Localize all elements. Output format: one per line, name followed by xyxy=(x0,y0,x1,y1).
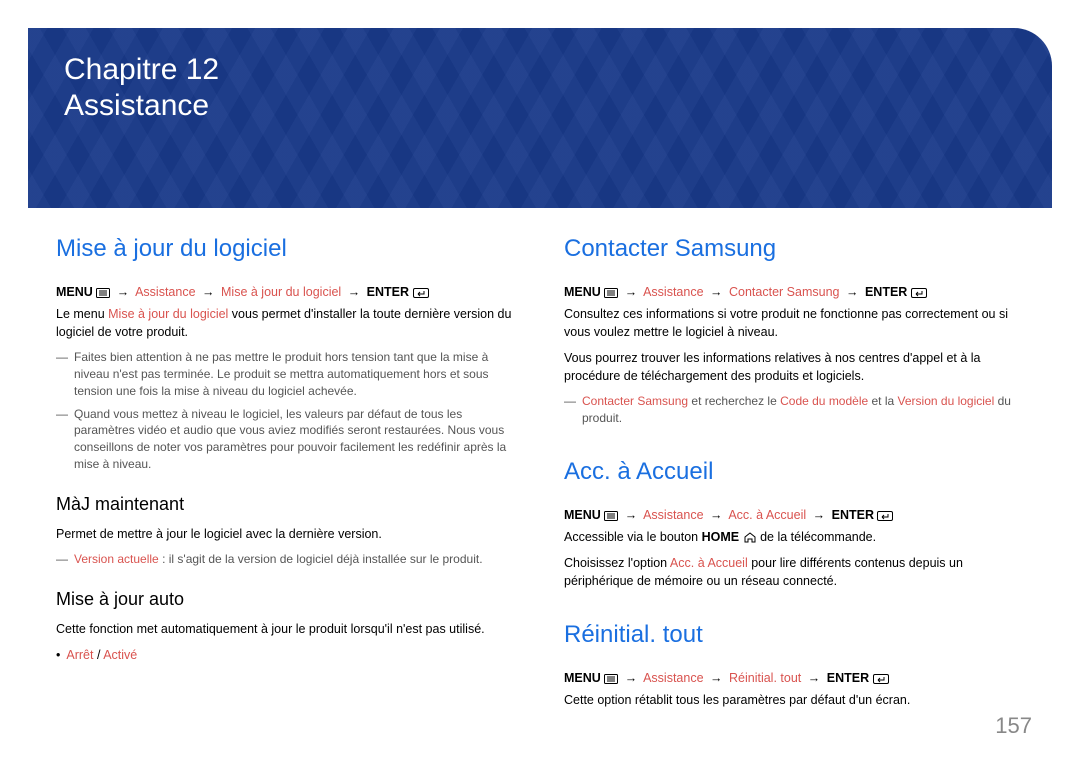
nav-assistance: Assistance xyxy=(643,285,703,299)
left-column: Mise à jour du logiciel MENU → Assistanc… xyxy=(56,232,516,717)
note-text: ― Version actuelle : il s'agit de la ver… xyxy=(56,551,516,568)
arrow-icon: → xyxy=(117,285,130,299)
home-p1: Accessible via le bouton HOME de la télé… xyxy=(564,528,1024,546)
enter-icon xyxy=(413,288,429,298)
menu-icon xyxy=(604,511,618,521)
home-icon xyxy=(743,532,757,543)
arrow-icon: → xyxy=(625,671,638,685)
chapter-number: Chapitre 12 xyxy=(64,53,219,86)
enter-label: ENTER xyxy=(367,285,409,299)
nav-assistance: Assistance xyxy=(643,671,703,685)
enter-icon xyxy=(911,288,927,298)
menu-icon xyxy=(604,288,618,298)
menu-icon xyxy=(604,674,618,684)
menu-label: MENU xyxy=(56,285,93,299)
nav-home: Acc. à Accueil xyxy=(728,508,806,522)
arrow-icon: → xyxy=(625,508,638,522)
menu-icon xyxy=(96,288,110,298)
nav-path-reset: MENU → Assistance → Réinitial. tout → EN… xyxy=(564,669,1024,687)
page-number: 157 xyxy=(995,713,1032,739)
section-software-update-title: Mise à jour du logiciel xyxy=(56,232,516,267)
option-list: • Arrêt / Activé xyxy=(56,646,516,664)
menu-label: MENU xyxy=(564,508,601,522)
arrow-icon: → xyxy=(846,285,859,299)
arrow-icon: → xyxy=(710,508,723,522)
arrow-icon: → xyxy=(808,671,821,685)
right-column: Contacter Samsung MENU → Assistance → Co… xyxy=(564,232,1024,717)
arrow-icon: → xyxy=(710,671,723,685)
arrow-icon: → xyxy=(813,508,826,522)
note-dash-icon: ― xyxy=(56,406,68,473)
chapter-banner: Chapitre 12 Assistance xyxy=(28,28,1052,208)
menu-label: MENU xyxy=(564,285,601,299)
enter-label: ENTER xyxy=(832,508,874,522)
note-text: ― Contacter Samsung et recherchez le Cod… xyxy=(564,393,1024,427)
bullet-icon: • xyxy=(56,646,60,664)
arrow-icon: → xyxy=(348,285,361,299)
nav-software-update: Mise à jour du logiciel xyxy=(221,285,341,299)
nav-path-software-update: MENU → Assistance → Mise à jour du logic… xyxy=(56,283,516,301)
nav-assistance: Assistance xyxy=(135,285,195,299)
page: Chapitre 12 Assistance Mise à jour du lo… xyxy=(0,0,1080,763)
update-now-desc: Permet de mettre à jour le logiciel avec… xyxy=(56,525,516,543)
section-home-title: Acc. à Accueil xyxy=(564,455,1024,490)
note-text: ― Quand vous mettez à niveau le logiciel… xyxy=(56,406,516,473)
auto-update-desc: Cette fonction met automatiquement à jou… xyxy=(56,620,516,638)
arrow-icon: → xyxy=(202,285,215,299)
subsection-auto-update-title: Mise à jour auto xyxy=(56,586,516,612)
nav-path-home: MENU → Assistance → Acc. à Accueil → ENT… xyxy=(564,506,1024,524)
nav-reset: Réinitial. tout xyxy=(729,671,801,685)
contact-p1: Consultez ces informations si votre prod… xyxy=(564,305,1024,341)
enter-label: ENTER xyxy=(865,285,907,299)
nav-path-contact: MENU → Assistance → Contacter Samsung → … xyxy=(564,283,1024,301)
subsection-update-now-title: MàJ maintenant xyxy=(56,491,516,517)
chapter-heading: Chapitre 12 Assistance xyxy=(64,52,1016,124)
arrow-icon: → xyxy=(625,285,638,299)
note-dash-icon: ― xyxy=(56,349,68,399)
nav-contact: Contacter Samsung xyxy=(729,285,839,299)
enter-label: ENTER xyxy=(827,671,869,685)
note-dash-icon: ― xyxy=(564,393,576,427)
content-columns: Mise à jour du logiciel MENU → Assistanc… xyxy=(28,208,1052,717)
nav-assistance: Assistance xyxy=(643,508,703,522)
enter-icon xyxy=(873,674,889,684)
menu-label: MENU xyxy=(564,671,601,685)
contact-p2: Vous pourrez trouver les informations re… xyxy=(564,349,1024,385)
software-update-intro: Le menu Mise à jour du logiciel vous per… xyxy=(56,305,516,341)
section-contact-title: Contacter Samsung xyxy=(564,232,1024,267)
enter-icon xyxy=(877,511,893,521)
chapter-title: Assistance xyxy=(64,89,209,122)
note-text: ― Faites bien attention à ne pas mettre … xyxy=(56,349,516,399)
home-p2: Choisissez l'option Acc. à Accueil pour … xyxy=(564,554,1024,590)
section-reset-title: Réinitial. tout xyxy=(564,618,1024,653)
note-dash-icon: ― xyxy=(56,551,68,568)
reset-p1: Cette option rétablit tous les paramètre… xyxy=(564,691,1024,709)
arrow-icon: → xyxy=(710,285,723,299)
